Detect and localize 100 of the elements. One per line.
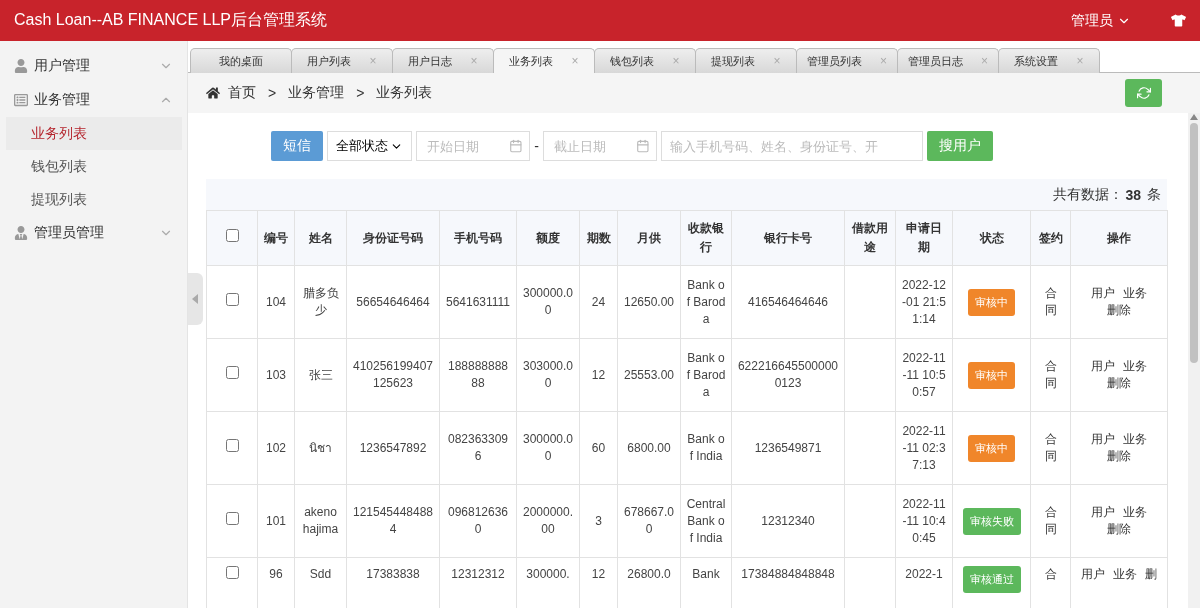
phone-cell: 0823633096 [439, 411, 517, 485]
phone-cell: 0968126360 [439, 484, 517, 558]
scroll-up-arrow-icon[interactable] [1189, 113, 1199, 121]
tab[interactable]: 提现列表 × [695, 48, 797, 73]
end-date-input[interactable]: 截止日期 [551, 137, 637, 155]
breadcrumb-separator: > [268, 85, 277, 101]
amount-cell: 2000000.00 [516, 484, 580, 558]
id-cell: 103 [257, 338, 295, 412]
column-header: 收款银行 [680, 210, 732, 266]
column-header: 身份证号码 [346, 210, 440, 266]
contract-link[interactable]: 合同 [1043, 431, 1058, 465]
row-checkbox[interactable] [225, 512, 239, 525]
contract-link[interactable]: 合 [1043, 566, 1058, 583]
tab[interactable]: 用户日志 × [392, 48, 494, 73]
sidebar-group[interactable]: 业务管理 [0, 83, 187, 117]
action-link[interactable]: 业务 [1123, 286, 1147, 300]
action-link[interactable]: 删除 [1107, 449, 1131, 463]
action-link[interactable]: 删除 [1107, 522, 1131, 536]
bank-cell: Bank of Baroda [680, 338, 732, 412]
sidebar-item[interactable]: 提现列表 [6, 183, 182, 216]
term-cell: 60 [579, 411, 618, 485]
row-checkbox[interactable] [225, 566, 239, 579]
record-count: 38 [1125, 186, 1141, 203]
shirt-icon[interactable] [1171, 13, 1186, 28]
card-number-cell: 1236549871 [731, 411, 845, 485]
column-header: 额度 [516, 210, 580, 266]
contract-link[interactable]: 合同 [1043, 504, 1058, 538]
column-header: 期数 [579, 210, 618, 266]
row-checkbox[interactable] [225, 439, 239, 452]
tab[interactable]: 业务列表 × [493, 48, 595, 73]
date-separator: - [534, 138, 539, 154]
id-card-cell: 1236547892 [346, 411, 440, 485]
tab[interactable]: 我的桌面 [190, 48, 292, 73]
contract-link[interactable]: 合同 [1043, 358, 1058, 392]
action-link[interactable]: 用户 [1081, 567, 1105, 581]
bank-cell: Central Bank of India [680, 484, 732, 558]
amount-cell: 300000.00 [516, 411, 580, 485]
end-date-field[interactable]: 截止日期 [542, 131, 657, 161]
sidebar-toggle[interactable] [188, 273, 203, 325]
column-header: 申请日期 [895, 210, 953, 266]
scrollbar[interactable] [1188, 113, 1200, 608]
action-link[interactable]: 业务 [1123, 505, 1147, 519]
card-number-cell: 416546464646 [731, 265, 845, 339]
tab[interactable]: 钱包列表 × [594, 48, 696, 73]
status-select[interactable]: 全部状态 [327, 131, 413, 161]
breadcrumb-item[interactable]: 业务管理 [288, 84, 345, 102]
tab[interactable]: 系统设置 × [998, 48, 1100, 73]
action-link[interactable]: 业务 [1123, 359, 1147, 373]
term-cell: 12 [579, 338, 618, 412]
tab[interactable]: 管理员日志 × [897, 48, 999, 73]
bank-cell: Bank of Baroda [680, 265, 732, 339]
search-field[interactable]: 输入手机号码、姓名、身份证号、开 [660, 131, 923, 161]
calendar-icon [509, 138, 524, 154]
start-date-field[interactable]: 开始日期 [416, 131, 531, 161]
action-link[interactable]: 删除 [1107, 303, 1131, 317]
card-number-cell: 6222166455000000123 [731, 338, 845, 412]
tab[interactable]: 用户列表 × [291, 48, 393, 73]
bank-cell: Bank of India [680, 411, 732, 485]
column-header: 银行卡号 [731, 210, 845, 266]
start-date-input[interactable]: 开始日期 [425, 137, 510, 155]
action-link[interactable]: 用户 [1091, 359, 1115, 373]
action-link[interactable]: 删除 [1107, 376, 1131, 390]
id-cell: 102 [257, 411, 295, 485]
tab[interactable]: 管理员列表 × [796, 48, 898, 73]
summary-unit: 条 [1147, 185, 1161, 204]
action-link[interactable]: 删 [1145, 567, 1157, 581]
refresh-icon [1136, 86, 1151, 100]
status-badge: 审核失败 [962, 507, 1021, 535]
app-title: Cash Loan--AB FINANCE LLP后台管理系统 [14, 10, 327, 30]
calendar-icon [636, 138, 650, 154]
monthly-payment-cell: 6800.00 [617, 411, 681, 485]
action-link[interactable]: 用户 [1091, 505, 1115, 519]
id-cell: 101 [257, 484, 295, 558]
contract-link[interactable]: 合同 [1043, 285, 1058, 319]
row-checkbox[interactable] [225, 293, 239, 306]
term-cell: 24 [579, 265, 618, 339]
action-link[interactable]: 业务 [1113, 567, 1137, 581]
breadcrumb-item: 业务列表 [376, 84, 433, 102]
sidebar-group[interactable]: 管理员管理 [0, 216, 187, 250]
row-checkbox[interactable] [225, 366, 239, 379]
name-cell: นิชา [294, 411, 347, 485]
date-cell: 2022-11-11 10:50:57 [895, 338, 953, 412]
date-cell: 2022-11-11 02:37:13 [895, 411, 953, 485]
status-badge: 审核中 [968, 361, 1015, 389]
admin-menu[interactable]: 管理员 [1065, 10, 1137, 31]
column-header: 手机号码 [439, 210, 517, 266]
column-header: 操作 [1070, 210, 1168, 266]
user-icon [14, 59, 28, 73]
status-badge: 审核中 [968, 434, 1015, 462]
breadcrumb-item[interactable]: 首页 [228, 84, 256, 102]
sidebar-group[interactable]: 用户管理 [0, 49, 187, 83]
select-all-checkbox[interactable] [225, 228, 239, 242]
amount-cell: 300000.00 [516, 265, 580, 339]
sidebar-item[interactable]: 钱包列表 [6, 150, 182, 183]
column-header: 姓名 [294, 210, 347, 266]
phone-cell: 5641631111 [439, 265, 517, 339]
action-link[interactable]: 用户 [1091, 432, 1115, 446]
action-link[interactable]: 业务 [1123, 432, 1147, 446]
sidebar-item[interactable]: 业务列表 [6, 117, 182, 150]
action-link[interactable]: 用户 [1091, 286, 1115, 300]
